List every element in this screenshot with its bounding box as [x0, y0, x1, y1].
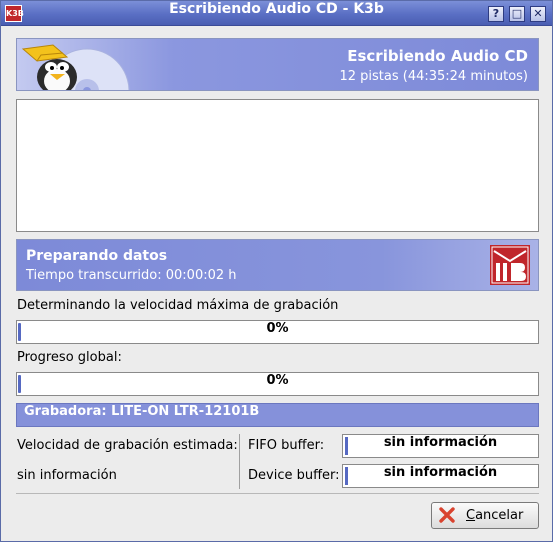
cancel-label-rest: ancelar [475, 508, 524, 523]
fifo-buffer-bar: sin información [342, 434, 539, 458]
header-banner: Escribiendo Audio CD 12 pistas (44:35:24… [16, 38, 539, 91]
title-bar[interactable]: K3B Escribiendo Audio CD - K3b ? □ ✕ [1, 1, 552, 26]
status-title: Preparando datos [26, 248, 168, 264]
k3b-logo-icon [490, 245, 530, 285]
header-subtitle: 12 pistas (44:35:24 minutos) [339, 69, 528, 84]
speed-progress-bar: 0% [16, 320, 539, 344]
speed-progress-label: Determinando la velocidad máxima de grab… [17, 298, 339, 313]
separator [16, 493, 539, 494]
device-buffer-bar: sin información [342, 464, 539, 488]
estimated-speed-label: Velocidad de grabación estimada: [17, 438, 238, 453]
header-title: Escribiendo Audio CD [347, 47, 528, 65]
k3b-burn-dialog: K3B Escribiendo Audio CD - K3b ? □ ✕ Esc… [0, 0, 553, 542]
cancel-mnemonic: C [466, 508, 476, 523]
global-progress-bar: 0% [16, 372, 539, 396]
cancel-button[interactable]: Cancelar [431, 502, 539, 529]
global-progress-value: 0% [266, 373, 289, 388]
estimated-speed-value: sin información [17, 468, 117, 483]
log-area[interactable] [16, 99, 539, 232]
k3b-mascot-icon [21, 44, 130, 90]
elapsed-time: Tiempo transcurrido: 00:00:02 h [26, 268, 237, 283]
window-title: Escribiendo Audio CD - K3b [169, 1, 384, 17]
fifo-buffer-value: sin información [383, 435, 498, 450]
device-buffer-value: sin información [383, 465, 498, 480]
status-banner: Preparando datos Tiempo transcurrido: 00… [16, 239, 539, 291]
speed-progress-value: 0% [266, 321, 289, 336]
help-button[interactable]: ? [488, 6, 504, 22]
writer-label: Grabadora: LITE-ON LTR-12101B [24, 404, 260, 419]
fifo-buffer-label: FIFO buffer: [248, 438, 325, 453]
writer-bar: Grabadora: LITE-ON LTR-12101B [16, 403, 539, 427]
cancel-label: Cancelar [466, 503, 523, 528]
close-button[interactable]: ✕ [530, 6, 546, 22]
vertical-divider [239, 434, 240, 489]
device-buffer-label: Device buffer: [248, 468, 340, 483]
maximize-button[interactable]: □ [509, 6, 525, 22]
global-progress-label: Progreso global: [17, 350, 122, 365]
cancel-icon [439, 507, 455, 523]
